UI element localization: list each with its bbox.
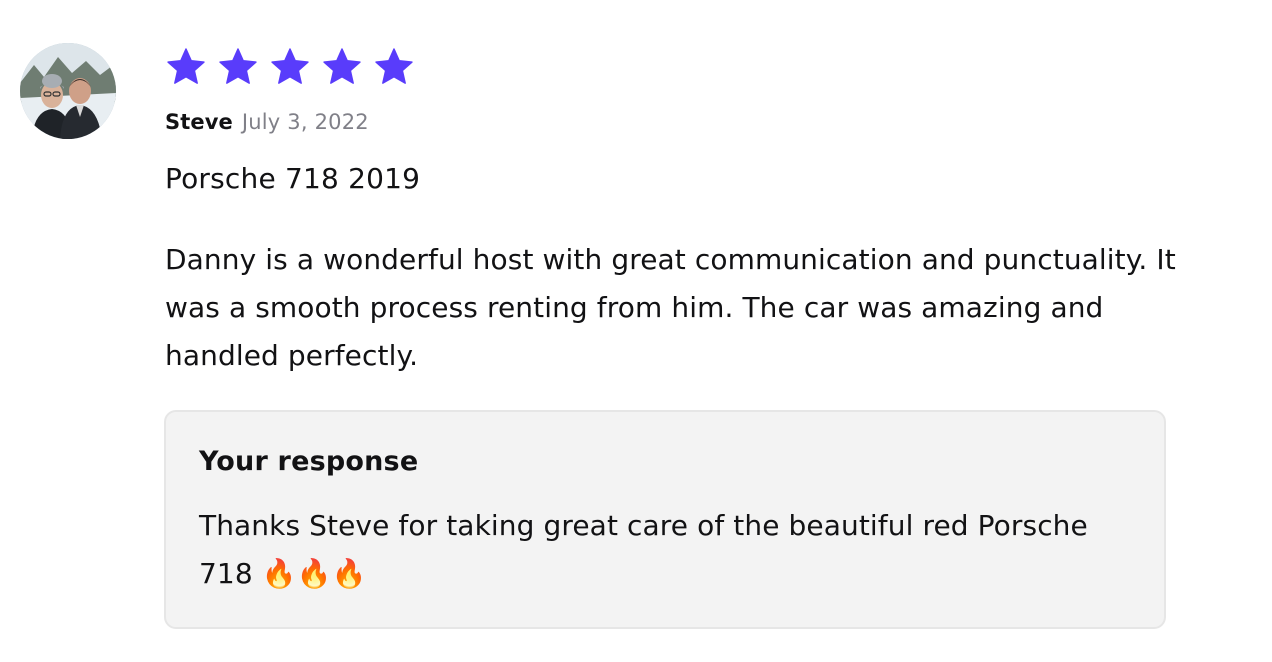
avatar-photo	[20, 43, 116, 139]
star-icon	[167, 48, 205, 84]
host-response-box: Your response Thanks Steve for taking gr…	[164, 410, 1166, 629]
review-text: Danny is a wonderful host with great com…	[165, 243, 1176, 372]
star-icon	[271, 48, 309, 84]
review-date: July 3, 2022	[241, 110, 369, 134]
response-text: Thanks Steve for taking great care of th…	[199, 509, 1088, 590]
response-title: Your response	[199, 446, 419, 477]
review-card: Steve July 3, 2022 Porsche 718 2019 Dann…	[0, 0, 1272, 662]
vehicle-name[interactable]: Porsche 718 2019	[165, 160, 420, 198]
reviewer-avatar[interactable]	[20, 43, 116, 139]
author-name[interactable]: Steve	[165, 110, 233, 134]
star-icon	[375, 48, 413, 84]
review-meta: Steve July 3, 2022	[165, 110, 369, 138]
star-rating	[164, 45, 416, 91]
star-icon	[219, 48, 257, 84]
star-icon	[323, 48, 361, 84]
